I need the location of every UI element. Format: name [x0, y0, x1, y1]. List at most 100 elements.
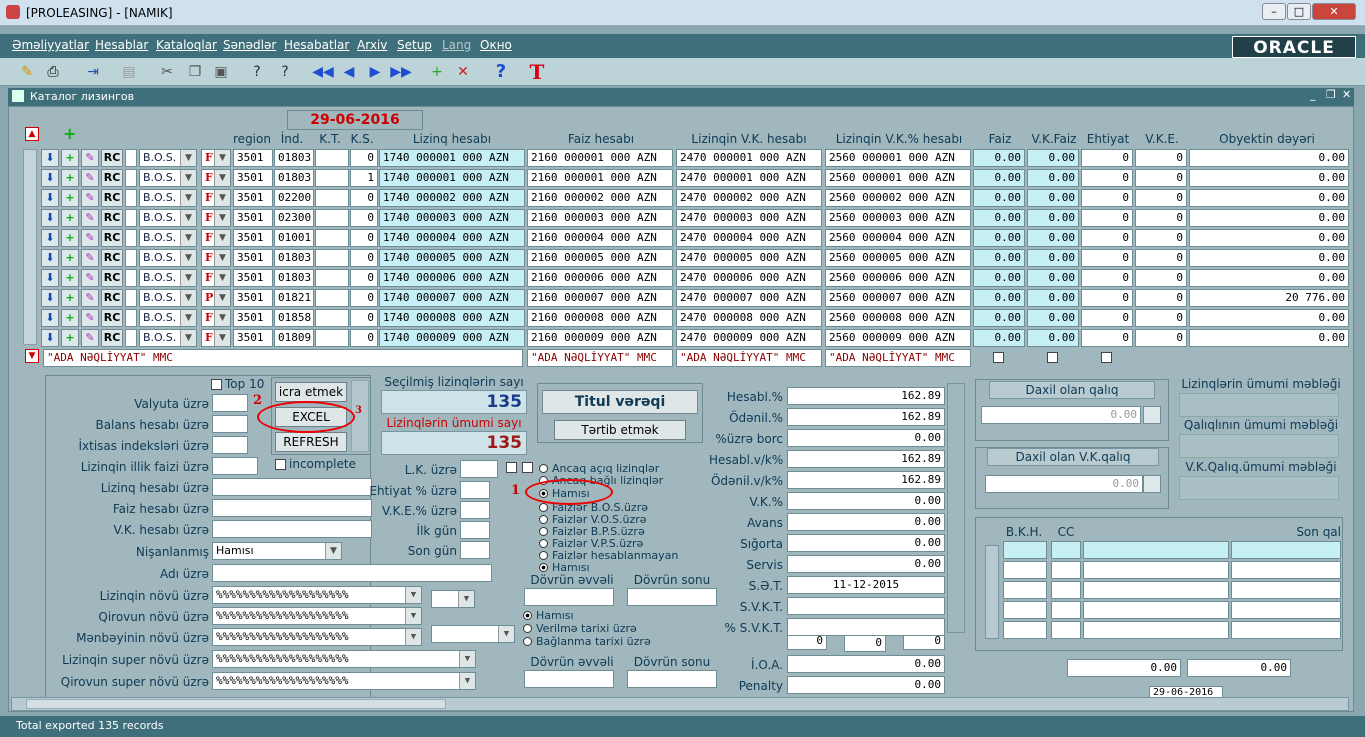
print-icon[interactable]: ⎙ — [42, 61, 64, 83]
menbeyin-extra-select[interactable]: ▼ — [431, 625, 515, 643]
download-icon[interactable]: ⬇ — [41, 229, 59, 247]
cell-vk[interactable]: 2470 000006 000 AZN — [676, 269, 822, 287]
lk-input[interactable] — [460, 460, 498, 478]
cell-lizinq[interactable]: 1740 000008 000 AZN — [379, 309, 525, 327]
maximize-button[interactable]: □ — [1287, 3, 1311, 20]
cell-ind[interactable]: 01821 — [274, 289, 314, 307]
period2-start-input[interactable] — [524, 670, 614, 688]
menu-hesablar[interactable]: Hesablar — [95, 38, 148, 52]
cell-obyekt[interactable]: 20 776.00 — [1189, 289, 1349, 307]
edit-icon[interactable]: ✎ — [81, 189, 99, 207]
cell-ks[interactable]: 0 — [350, 209, 378, 227]
cell-region[interactable]: 3501 — [233, 209, 273, 227]
rc-button[interactable]: RC — [101, 309, 123, 327]
cell-ind[interactable]: 02200 — [274, 189, 314, 207]
bkh-cell[interactable] — [1231, 541, 1341, 559]
ixtisas-input[interactable] — [212, 436, 248, 454]
cell-obyekt[interactable]: 0.00 — [1189, 249, 1349, 267]
cell-vke[interactable]: 0 — [1135, 189, 1187, 207]
cell-kt[interactable] — [315, 189, 349, 207]
period2-end-input[interactable] — [627, 670, 717, 688]
lizinq-hesabi-input[interactable] — [212, 478, 372, 496]
cell-faiz[interactable]: 2160 000006 000 AZN — [527, 269, 673, 287]
edit-icon[interactable]: ✎ — [81, 209, 99, 227]
cell-lizinq[interactable]: 1740 000007 000 AZN — [379, 289, 525, 307]
cell-ks[interactable]: 0 — [350, 229, 378, 247]
menu-senedler[interactable]: Sənədlər — [223, 38, 276, 52]
cell-faizv[interactable]: 0.00 — [973, 189, 1025, 207]
cell-ks[interactable]: 0 — [350, 269, 378, 287]
qirov-novu-select[interactable]: %%%%%%%%%%%%%%%%%%%% ▼ — [212, 607, 422, 625]
row-select[interactable] — [125, 249, 137, 267]
cell-vkfaiz[interactable]: 0.00 — [1027, 329, 1079, 347]
faiz-hesabi-input[interactable] — [212, 499, 372, 517]
small-field-2[interactable]: 0 — [844, 634, 886, 652]
cell-kt[interactable] — [315, 269, 349, 287]
cell-lizinq[interactable]: 1740 000005 000 AZN — [379, 249, 525, 267]
edit-icon[interactable]: ✎ — [81, 289, 99, 307]
row-select[interactable] — [125, 169, 137, 187]
download-icon[interactable]: ⬇ — [41, 249, 59, 267]
lizinq-super-novu-select[interactable]: %%%%%%%%%%%%%%%%%%%% ▼ — [212, 650, 476, 668]
bkh-cell[interactable] — [1051, 561, 1081, 579]
add-icon[interactable]: + — [61, 249, 79, 267]
cell-vk[interactable]: 2470 000001 000 AZN — [676, 149, 822, 167]
bkh-cell[interactable] — [1231, 581, 1341, 599]
add-icon[interactable]: + — [61, 189, 79, 207]
save-icon[interactable]: ▤ — [118, 61, 140, 83]
cell-vkfaiz[interactable]: 0.00 — [1027, 249, 1079, 267]
cell-faizv[interactable]: 0.00 — [973, 229, 1025, 247]
add-icon[interactable]: + — [61, 229, 79, 247]
icra-etmek-button[interactable]: icra etmek — [275, 382, 347, 402]
f-select[interactable]: F ▼ — [201, 209, 231, 227]
horizontal-scrollbar[interactable] — [11, 697, 1349, 711]
edit-icon[interactable]: ✎ — [81, 149, 99, 167]
vk-hesabi-input[interactable] — [212, 520, 372, 538]
period1-start-input[interactable] — [524, 588, 614, 606]
cell-region[interactable]: 3501 — [233, 149, 273, 167]
bkh-scrollbar[interactable] — [985, 545, 999, 639]
cell-kt[interactable] — [315, 229, 349, 247]
cell-kt[interactable] — [315, 289, 349, 307]
download-icon[interactable]: ⬇ — [41, 209, 59, 227]
cell-vk[interactable]: 2470 000005 000 AZN — [676, 249, 822, 267]
radio-verilme[interactable]: Verilmə tarixi üzrə — [523, 622, 637, 635]
type-select[interactable]: B.O.S. ▼ — [139, 229, 197, 247]
adi-input[interactable] — [212, 564, 492, 582]
type-select[interactable]: B.O.S. ▼ — [139, 189, 197, 207]
bkh-cell[interactable] — [1083, 561, 1229, 579]
footer-check-1[interactable] — [993, 352, 1004, 363]
text-tool-icon[interactable]: T — [526, 61, 548, 83]
cell-vke[interactable]: 0 — [1135, 229, 1187, 247]
cell-vkfaiz[interactable]: 0.00 — [1027, 209, 1079, 227]
cell-ks[interactable]: 0 — [350, 189, 378, 207]
menu-lang[interactable]: Lang — [442, 38, 471, 52]
vke-pct-input[interactable] — [460, 501, 490, 519]
bkh-cell[interactable] — [1051, 621, 1081, 639]
download-icon[interactable]: ⬇ — [41, 169, 59, 187]
cell-ehtiyat[interactable]: 0 — [1081, 149, 1133, 167]
cell-obyekt[interactable]: 0.00 — [1189, 309, 1349, 327]
cell-vke[interactable]: 0 — [1135, 329, 1187, 347]
cell-faiz[interactable]: 2160 000009 000 AZN — [527, 329, 673, 347]
edit-icon[interactable]: ✎ — [81, 309, 99, 327]
open-icon[interactable]: ✎ — [16, 61, 38, 83]
lizinq-novu-extra-select[interactable]: ▼ — [431, 590, 475, 608]
cell-region[interactable]: 3501 — [233, 329, 273, 347]
cell-vkp[interactable]: 2560 000006 000 AZN — [825, 269, 971, 287]
cell-vkfaiz[interactable]: 0.00 — [1027, 289, 1079, 307]
cell-ehtiyat[interactable]: 0 — [1081, 249, 1133, 267]
cell-ks[interactable]: 0 — [350, 249, 378, 267]
download-icon[interactable]: ⬇ — [41, 149, 59, 167]
f-select[interactable]: F ▼ — [201, 329, 231, 347]
f-select[interactable]: F ▼ — [201, 229, 231, 247]
cell-ks[interactable]: 0 — [350, 329, 378, 347]
rc-button[interactable]: RC — [101, 189, 123, 207]
cell-vke[interactable]: 0 — [1135, 169, 1187, 187]
cell-ehtiyat[interactable]: 0 — [1081, 309, 1133, 327]
minimize-button[interactable]: – — [1262, 3, 1286, 20]
row-select[interactable] — [125, 209, 137, 227]
bkh-cell[interactable] — [1003, 581, 1047, 599]
cell-vk[interactable]: 2470 000009 000 AZN — [676, 329, 822, 347]
delete-record-icon[interactable]: ✕ — [452, 61, 474, 83]
